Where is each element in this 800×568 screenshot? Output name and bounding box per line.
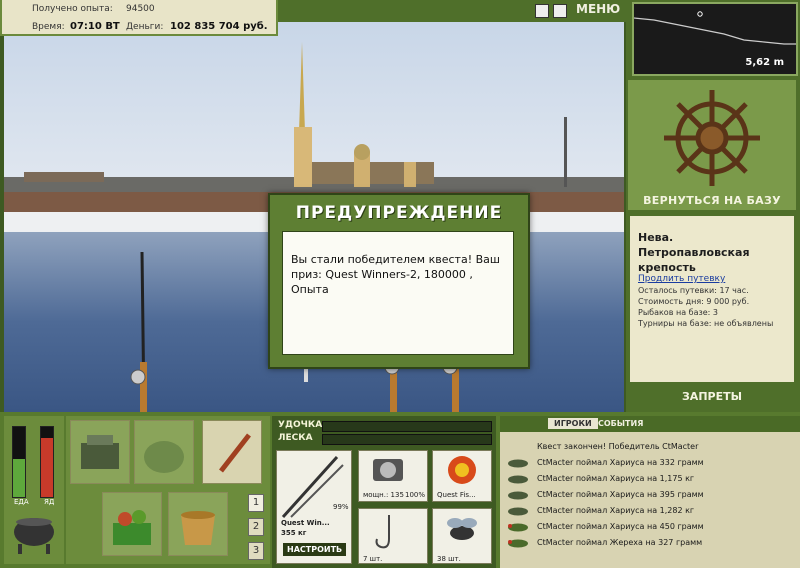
ship-wheel-icon[interactable] [628,80,796,194]
bait-count: 38 шт. [437,555,461,563]
time-value: 07:10 ВТ [70,21,120,32]
bucket-icon [181,511,215,545]
money-value: 102 835 704 руб. [170,21,268,32]
inventory-page-2[interactable]: 2 [248,518,264,536]
event-item: CtMacter поймал Жереха на 327 грамм [537,538,703,547]
feather-icon [219,433,251,473]
fish-icon [508,523,528,532]
reel-percent: 100% [405,491,426,499]
tournaments-status: Турниры на базе: не объявлены [638,319,774,328]
dialog-message: Вы стали победителем квеста! Ваш приз: Q… [291,253,500,296]
tackle-panel: УДОЧКА ЛЕСКА 99% Quest Win... 355 кг НАС… [272,416,496,568]
lure-icon [448,456,476,484]
lure-cell[interactable]: Quest Fis... [432,450,492,502]
bag-icon [144,441,184,473]
rod-strength-label: УДОЧКА [278,420,323,430]
fish-icon [508,475,528,484]
location-panel: Нева. Петропавловская крепость Продлить … [630,216,794,382]
cauldron-icon[interactable] [8,512,60,556]
fish-icon [508,459,528,468]
bans-button[interactable]: ЗАПРЕТЫ [628,390,796,403]
inventory-page-1[interactable]: 1 [248,494,264,512]
notebook-slot[interactable] [202,420,262,484]
fish-icon [508,539,528,548]
status-meters: ЕДА ЯД [4,416,64,564]
food-basket-slot[interactable] [102,492,162,556]
depth-meter: 5,62 m [632,2,798,76]
rod-cell[interactable]: 99% Quest Win... 355 кг НАСТРОИТЬ [276,450,352,564]
event-item: CtMacter поймал Хариуса на 332 грамм [537,458,704,467]
fly-icon [447,518,477,540]
tackle-box-slot[interactable] [70,420,130,484]
event-item: CtMacter поймал Хариуса на 1,282 кг [537,506,695,515]
event-item: CtMacter поймал Хариуса на 450 грамм [537,522,704,531]
time-label: Время: [32,22,65,32]
event-list: Квест закончен! Победитель CtMacter CtMa… [500,432,800,568]
location-title: Нева. Петропавловская крепость [638,231,750,274]
exp-label: Получено опыта: [32,4,113,14]
float-marker [697,11,703,17]
hook-icon [375,515,390,549]
food-label: ЕДА [14,498,29,506]
setup-button[interactable]: НАСТРОИТЬ [283,543,347,556]
money-label: Деньги: [126,22,164,32]
anglers-count: Рыбаков на базе: 3 [638,308,718,317]
inventory-panel[interactable]: 1 2 3 [66,416,270,564]
hook-count: 7 шт. [363,555,383,563]
dialog-title: ПРЕДУПРЕЖДЕНИЕ [295,203,503,223]
bucket-slot[interactable] [168,492,228,556]
day-cost: Стоимость дня: 9 000 руб. [638,297,750,306]
reel-power: мощн.: 135 [363,491,404,499]
fish-icon [508,491,528,500]
inventory-page-3[interactable]: 3 [248,542,264,560]
return-to-base-button[interactable]: ВЕРНУТЬСЯ НА БАЗУ [628,194,796,207]
depth-value: 5,62 m [745,57,784,68]
warning-dialog[interactable]: ПРЕДУПРЕЖДЕНИЕ Вы стали победителем квес… [268,193,530,369]
line-strength-bar [322,434,492,445]
poison-label: ЯД [44,498,55,506]
wheel-panel[interactable] [628,80,796,210]
events-tabs: ИГРОКИ СОБЫТИЯ [500,416,800,432]
bait-cell[interactable]: 38 шт. [432,508,492,564]
dialog-body: Вы стали победителем квеста! Ваш приз: Q… [282,231,514,355]
rod-name: Quest Win... [281,519,330,527]
food-meter [12,426,26,498]
event-item: Квест закончен! Победитель CtMacter [537,442,699,451]
rod-weight: 355 кг [281,529,307,537]
hook-cell[interactable]: 7 шт. [358,508,428,564]
pause-icon[interactable] [535,4,549,18]
tab-events[interactable]: СОБЫТИЯ [598,419,643,428]
tackle-box-icon [81,435,119,469]
basket-icon [113,510,151,545]
poison-meter [40,426,54,498]
reel-icon [373,459,403,481]
event-item: CtMacter поймал Хариуса на 395 грамм [537,490,704,499]
exp-value: 94500 [126,4,155,14]
bag-slot[interactable] [134,420,194,484]
tab-players[interactable]: ИГРОКИ [548,418,598,429]
fish-icon [508,507,528,516]
permit-remaining: Осталось путевки: 17 час. [638,286,749,295]
menu-button[interactable]: МЕНЮ [576,2,620,16]
event-item: CtMacter поймал Хариуса на 1,175 кг [537,474,695,483]
reel-cell[interactable]: мощн.: 135 100% [358,450,428,502]
rod-percent: 99% [333,503,349,511]
rod-strength-bar [322,421,492,432]
lure-name: Quest Fis... [437,491,476,499]
line-strength-label: ЛЕСКА [278,433,313,443]
extend-permit-link[interactable]: Продлить путевку [638,274,725,284]
player-info-panel: Получено опыта: 94500 Время: 07:10 ВТ Де… [0,0,278,36]
sound-icon[interactable] [553,4,567,18]
